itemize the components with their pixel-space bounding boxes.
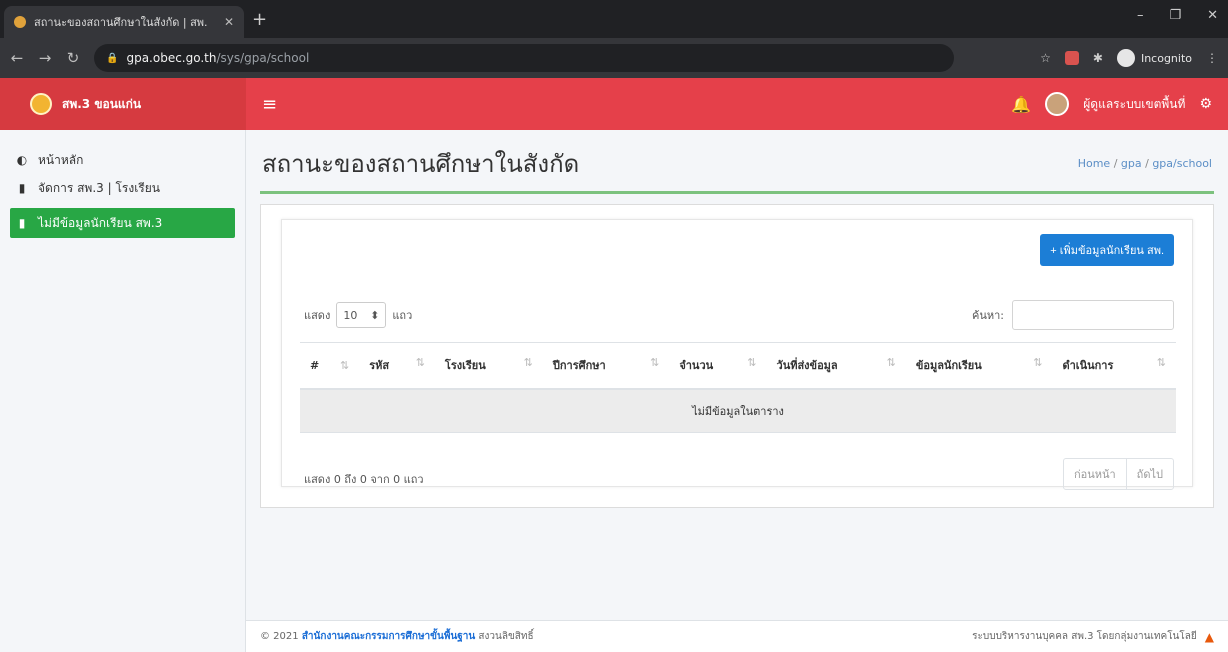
table-info: แสดง 0 ถึง 0 จาก 0 แถว (304, 473, 424, 486)
sort-icon: ⇅ (650, 356, 660, 370)
close-window-icon[interactable]: ✕ (1207, 8, 1218, 23)
sort-icon: ⇅ (1156, 356, 1166, 370)
brand-link[interactable]: สพ.3 ขอนแก่น (0, 78, 246, 130)
page-length-value: 10 (343, 308, 358, 322)
prev-page-button[interactable]: ก่อนหน้า (1064, 459, 1126, 489)
browser-toolbar: ← → ↻ 🔒 gpa.obec.go.th/sys/gpa/school ☆ … (0, 38, 1228, 78)
pagination: ก่อนหน้า ถัดไป (1062, 458, 1174, 490)
reload-icon[interactable]: ↻ (66, 49, 80, 67)
file-icon: ▮ (18, 216, 26, 230)
column-header-student-data[interactable]: ข้อมูลนักเรียน ⇅ (905, 342, 1053, 390)
top-navbar: ≡ 🔔 ผู้ดูแลระบบเขตพื้นที่ ⚙ (246, 78, 1228, 130)
search-label: ค้นหา: (971, 309, 1004, 322)
logo-icon (30, 93, 52, 115)
sort-icon: ⇅ (747, 356, 757, 370)
flame-icon: ▲ (1204, 629, 1214, 644)
url-host: gpa.obec.go.th (126, 51, 217, 65)
sidebar-item-label: จัดการ สพ.3 | โรงเรียน (38, 180, 160, 195)
gear-icon[interactable]: ⚙ (1199, 96, 1212, 112)
menu-dots-icon[interactable]: ⋮ (1206, 51, 1218, 65)
column-header-send-date[interactable]: วันที่ส่งข้อมูล ⇅ (766, 342, 906, 390)
school-status-table: # ⇅ รหัส ⇅ โรงเรียน ⇅ ปีการศึกษา ⇅ จำนวน ⇅ วั… (300, 342, 1176, 433)
length-suffix: แถว (392, 309, 413, 322)
column-header-number[interactable]: # ⇅ (300, 342, 360, 390)
sort-icon: ⇅ (523, 356, 533, 370)
next-page-button[interactable]: ถัดไป (1125, 459, 1173, 489)
content-card: + เพิ่มข้อมูลนักเรียน สพ. แสดง 10 ⬍ แถว … (260, 204, 1214, 508)
table-row: ไม่มีข้อมูลในตาราง (300, 388, 1176, 433)
sidebar-item-no-student-data[interactable]: ▮ ไม่มีข้อมูลนักเรียน สพ.3 (10, 208, 235, 238)
length-prefix: แสดง (304, 309, 331, 322)
footer-org-link[interactable]: สำนักงานคณะกรรมการศึกษาขั้นพื้นฐาน (302, 629, 475, 644)
add-student-data-button[interactable]: + เพิ่มข้อมูลนักเรียน สพ. (1040, 234, 1174, 266)
tab-title: สถานะของสถานศึกษาในสังกัด | สพ. (34, 16, 208, 29)
search-input[interactable] (1012, 300, 1174, 330)
sort-icon: ⇅ (1033, 356, 1043, 370)
sidebar-item-manage[interactable]: ▮ จัดการ สพ.3 | โรงเรียน (0, 174, 245, 202)
browser-tab[interactable]: สถานะของสถานศึกษาในสังกัด | สพ. ✕ (4, 6, 244, 38)
incognito-icon (1116, 49, 1135, 67)
favicon-icon (14, 16, 26, 28)
sidebar: ◐ หน้าหลัก ▮ จัดการ สพ.3 | โรงเรียน ▮ ไม… (0, 130, 246, 652)
hamburger-menu-icon[interactable]: ≡ (262, 94, 277, 115)
back-icon[interactable]: ← (10, 49, 24, 67)
sidebar-item-home[interactable]: ◐ หน้าหลัก (0, 146, 245, 174)
profile-label: Incognito (1140, 51, 1192, 65)
window-controls: – ❐ ✕ (1137, 8, 1218, 23)
column-header-year[interactable]: ปีการศึกษา ⇅ (542, 342, 670, 390)
profile-button[interactable]: Incognito (1116, 49, 1192, 67)
puzzle-icon[interactable]: ✱ (1093, 51, 1103, 65)
extension-icon[interactable] (1064, 51, 1079, 65)
brand-name: สพ.3 ขอนแก่น (62, 96, 142, 111)
column-header-action[interactable]: ดำเนินการ ⇅ (1052, 342, 1176, 390)
table-length: แสดง 10 ⬍ แถว (304, 302, 412, 328)
forward-icon[interactable]: → (38, 49, 52, 67)
content-header: สถานะของสถานศึกษาในสังกัด Home / gpa / g… (260, 144, 1214, 194)
main-content: สถานะของสถานศึกษาในสังกัด Home / gpa / g… (246, 130, 1228, 620)
breadcrumb-current: gpa/school (1152, 157, 1212, 170)
breadcrumb-gpa[interactable]: gpa (1121, 157, 1142, 170)
maximize-icon[interactable]: ❐ (1169, 8, 1181, 23)
footer-rights: สงวนลิขสิทธิ์ (478, 631, 534, 642)
empty-table-message: ไม่มีข้อมูลในตาราง (300, 388, 1176, 433)
tab-close-icon[interactable]: ✕ (224, 15, 234, 29)
page-title: สถานะของสถานศึกษาในสังกัด (262, 150, 580, 178)
browser-tabbar: สถานะของสถานศึกษาในสังกัด | สพ. ✕ + – ❐ … (0, 0, 1228, 38)
breadcrumb-home[interactable]: Home (1078, 157, 1110, 170)
user-name[interactable]: ผู้ดูแลระบบเขตพื้นที่ (1083, 95, 1185, 114)
page-length-select[interactable]: 10 ⬍ (336, 302, 387, 328)
footer-copyright: © 2021 (260, 631, 299, 642)
sidebar-item-label: ไม่มีข้อมูลนักเรียน สพ.3 (38, 215, 163, 230)
notification-icon[interactable]: 🔔 (1011, 95, 1031, 114)
table-card: + เพิ่มข้อมูลนักเรียน สพ. แสดง 10 ⬍ แถว … (281, 219, 1193, 490)
column-header-code[interactable]: รหัส ⇅ (359, 342, 435, 390)
star-icon[interactable]: ☆ (1040, 51, 1051, 65)
sort-icon: ⇅ (886, 356, 896, 370)
sidebar-item-label: หน้าหลัก (38, 152, 84, 167)
chevron-down-icon: ⬍ (370, 308, 380, 322)
minimize-icon[interactable]: – (1137, 8, 1144, 23)
sort-icon: ⇅ (340, 358, 350, 372)
url-path: /sys/gpa/school (216, 51, 310, 65)
dashboard-icon: ◐ (16, 153, 28, 167)
new-tab-button[interactable]: + (252, 11, 267, 29)
sort-icon: ⇅ (415, 356, 425, 370)
address-bar[interactable]: 🔒 gpa.obec.go.th/sys/gpa/school (94, 44, 954, 72)
file-icon: ▮ (18, 181, 26, 195)
table-search: ค้นหา: (972, 300, 1174, 330)
breadcrumb: Home / gpa / gpa/school (1077, 157, 1212, 170)
avatar[interactable] (1045, 92, 1070, 116)
footer-right-text: ระบบบริหารงานบุคคล สพ.3 โดยกลุ่มงานเทคโน… (972, 631, 1197, 642)
footer: © 2021 สำนักงานคณะกรรมการศึกษาขั้นพื้นฐา… (246, 620, 1228, 652)
column-header-school[interactable]: โรงเรียน ⇅ (434, 342, 543, 390)
column-header-amount[interactable]: จำนวน ⇅ (669, 342, 767, 390)
lock-icon: 🔒 (106, 52, 119, 64)
